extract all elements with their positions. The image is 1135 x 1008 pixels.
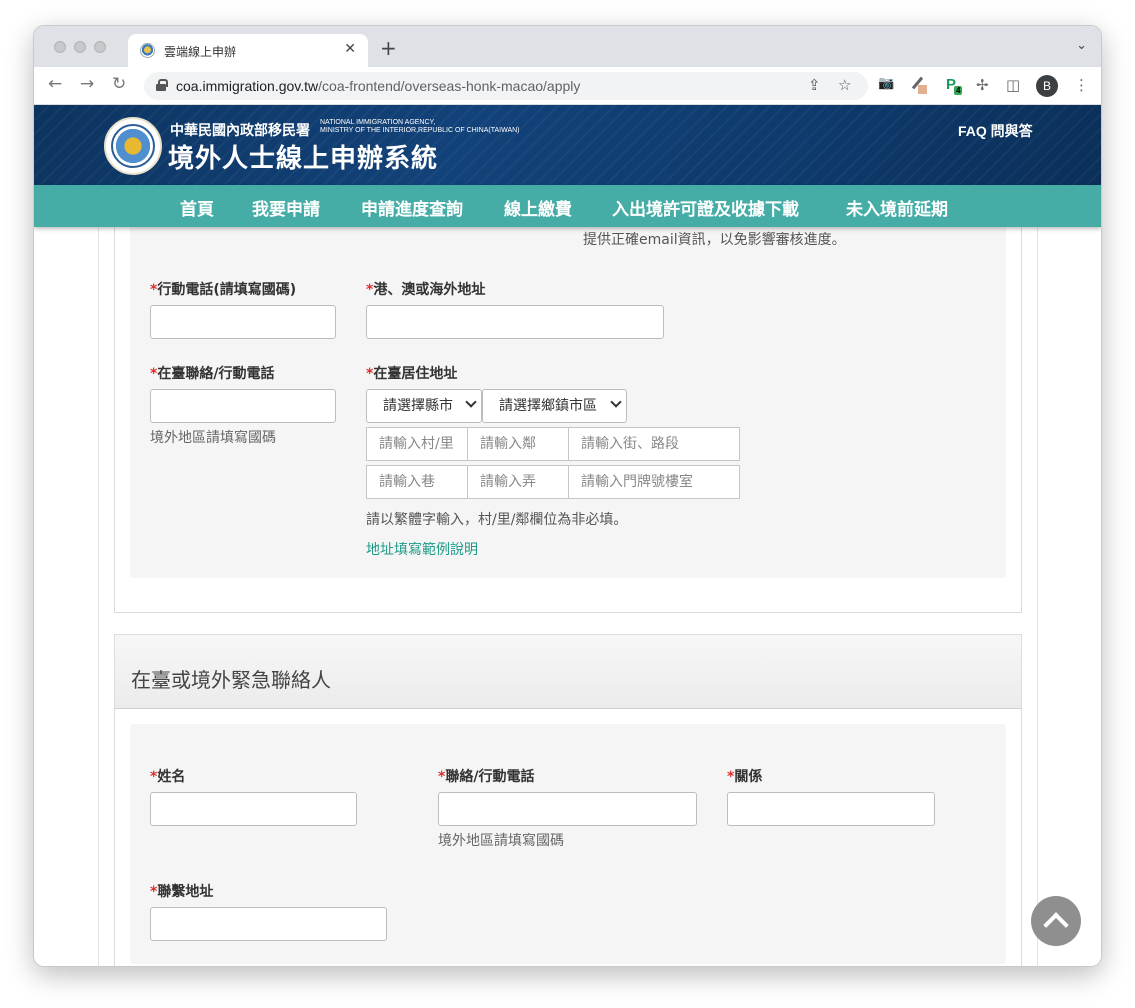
agency-seal-icon [111, 124, 155, 168]
nav-download[interactable]: 入出境許可證及收據下載 [612, 195, 799, 220]
taiwan-phone-label: *在臺聯絡/行動電話 [150, 366, 275, 382]
address-example-link[interactable]: 地址填寫範例說明 [366, 539, 478, 559]
nav-payment[interactable]: 線上繳費 [504, 195, 572, 220]
site-favicon-icon [140, 43, 155, 58]
taiwan-phone-hint: 境外地區請填寫國碼 [150, 430, 276, 446]
taiwan-phone-input[interactable] [150, 389, 336, 423]
forward-arrow-icon[interactable]: → [80, 74, 94, 94]
share-icon[interactable]: ⇪ [808, 76, 821, 94]
lock-icon[interactable] [156, 79, 168, 91]
taiwan-address-label: *在臺居住地址 [366, 366, 458, 382]
emergency-relation-label: *關係 [727, 769, 763, 785]
neighborhood-input[interactable]: 請輸入鄰 [467, 427, 569, 461]
overseas-address-label: *港、澳或海外地址 [366, 282, 486, 298]
emergency-address-input[interactable] [150, 907, 387, 941]
tab-title: 雲端線上申辦 [164, 45, 237, 59]
system-title: 境外人士線上申辦系統 [168, 144, 439, 174]
district-select[interactable]: 請選擇鄉鎮市區 [482, 389, 627, 423]
address-note: 請以繁體字輸入，村/里/鄰欄位為非必填。 [366, 512, 628, 528]
emergency-phone-label: *聯絡/行動電話 [438, 769, 535, 785]
nav-progress[interactable]: 申請進度查詢 [361, 195, 463, 220]
emergency-name-input[interactable] [150, 792, 357, 826]
tab-strip: 雲端線上申辦 ✕ + ⌄ [34, 26, 1101, 67]
new-tab-icon[interactable]: + [380, 36, 397, 60]
browser-toolbar: ← → ↻ coa.immigration.gov.tw/coa-fronten… [34, 67, 1101, 105]
nav-extension[interactable]: 未入境前延期 [846, 195, 948, 220]
tab-search-chevron-icon[interactable]: ⌄ [1076, 38, 1087, 53]
page-viewport: 提供正確email資訊，以免影響審核進度。 *行動電話(請填寫國碼) *港、澳或… [34, 105, 1101, 966]
lane-input[interactable]: 請輸入巷 [366, 465, 468, 499]
emergency-address-label: *聯繫地址 [150, 884, 214, 900]
tab-close-icon[interactable]: ✕ [344, 41, 356, 57]
minimize-window-icon[interactable] [74, 41, 86, 53]
chevron-down-icon [465, 396, 477, 408]
maximize-window-icon[interactable] [94, 41, 106, 53]
village-input[interactable]: 請輸入村/里 [366, 427, 468, 461]
bookmark-star-icon[interactable]: ☆ [838, 76, 851, 94]
emergency-phone-hint: 境外地區請填寫國碼 [438, 833, 564, 849]
close-window-icon[interactable] [54, 41, 66, 53]
site-header: 中華民國內政部移民署 NATIONAL IMMIGRATION AGENCY, … [34, 105, 1101, 185]
overseas-address-input[interactable] [366, 305, 664, 339]
emergency-contact-header: 在臺或境外緊急聯絡人 [114, 634, 1022, 709]
content-border-left [98, 227, 99, 966]
browser-window: 雲端線上申辦 ✕ + ⌄ ← → ↻ coa.immigration.gov.t… [34, 26, 1101, 966]
side-panel-icon[interactable]: ◫ [1006, 76, 1020, 94]
house-number-input[interactable]: 請輸入門牌號樓室 [568, 465, 740, 499]
browser-menu-icon[interactable]: ⋮ [1074, 76, 1089, 94]
mobile-phone-input[interactable] [150, 305, 336, 339]
url-path: /coa-frontend/overseas-honk-macao/apply [318, 78, 581, 94]
p-extension-icon[interactable]: P4 [946, 76, 963, 95]
address-bar[interactable]: coa.immigration.gov.tw/coa-frontend/over… [144, 72, 868, 100]
emergency-phone-input[interactable] [438, 792, 697, 826]
extension-badge: 4 [954, 86, 963, 95]
scroll-to-top-button[interactable] [1031, 896, 1081, 946]
url-host: coa.immigration.gov.tw [176, 78, 319, 94]
mobile-phone-label: *行動電話(請填寫國碼) [150, 282, 297, 298]
camera-icon[interactable]: 📷 [878, 76, 894, 91]
nav-apply[interactable]: 我要申請 [252, 195, 320, 220]
extensions-puzzle-icon[interactable]: ✢ [976, 76, 989, 94]
county-select[interactable]: 請選擇縣市 [366, 389, 482, 423]
emergency-name-label: *姓名 [150, 769, 186, 785]
reload-icon[interactable]: ↻ [112, 74, 126, 94]
profile-avatar[interactable]: B [1036, 75, 1058, 97]
main-nav: 首頁 我要申請 申請進度查詢 線上繳費 入出境許可證及收據下載 未入境前延期 [34, 185, 1101, 227]
section-title: 在臺或境外緊急聯絡人 [131, 668, 331, 692]
content-border-right [1037, 227, 1038, 966]
alley-input[interactable]: 請輸入弄 [467, 465, 569, 499]
faq-link[interactable]: FAQ 問與答 [958, 121, 1033, 141]
browser-tab[interactable]: 雲端線上申辦 ✕ [128, 34, 368, 67]
email-note: 提供正確email資訊，以免影響審核進度。 [583, 232, 846, 248]
eyedropper-extension-icon[interactable] [910, 76, 927, 94]
url-text: coa.immigration.gov.tw/coa-frontend/over… [176, 78, 580, 94]
agency-name-en: NATIONAL IMMIGRATION AGENCY, MINISTRY OF… [320, 119, 520, 134]
agency-name-zh: 中華民國內政部移民署 [170, 123, 310, 139]
agency-logo[interactable] [104, 117, 162, 175]
emergency-relation-input[interactable] [727, 792, 935, 826]
chevron-down-icon [610, 396, 622, 408]
back-arrow-icon[interactable]: ← [48, 74, 62, 94]
nav-home[interactable]: 首頁 [180, 195, 214, 220]
street-input[interactable]: 請輸入街、路段 [568, 427, 740, 461]
